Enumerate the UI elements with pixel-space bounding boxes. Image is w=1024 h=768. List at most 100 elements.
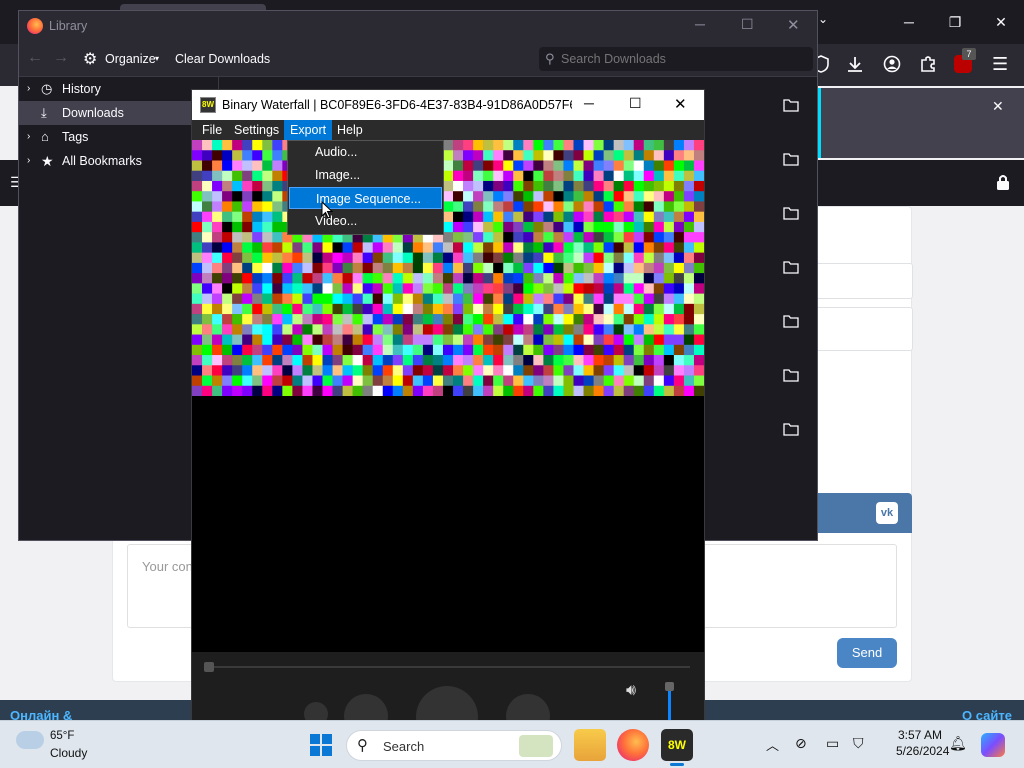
sidebar-item-all-bookmarks[interactable]: › ★ All Bookmarks: [19, 149, 219, 173]
account-icon[interactable]: [883, 55, 901, 73]
waterfall-pixel: [453, 201, 464, 212]
waterfall-pixel: [212, 385, 223, 396]
waterfall-pixel: [663, 355, 675, 366]
library-minimize-button[interactable]: ─: [695, 16, 705, 32]
browser-close-button[interactable]: ✕: [978, 2, 1024, 42]
export-audio-item[interactable]: Audio...: [289, 141, 442, 163]
waterfall-pixel: [382, 262, 394, 274]
security-shield-icon[interactable]: ⛉: [853, 735, 873, 755]
library-close-button[interactable]: ✕: [787, 16, 800, 34]
expand-chevron-icon[interactable]: ›: [27, 149, 30, 173]
waterfall-pixel: [693, 293, 704, 305]
clear-downloads-button[interactable]: Clear Downloads: [175, 52, 270, 66]
browser-maximize-button[interactable]: ❐: [932, 2, 978, 42]
waterfall-pixel: [252, 252, 263, 264]
expand-chevron-icon[interactable]: ›: [27, 77, 30, 101]
tab-list-chevron-icon[interactable]: ⌄: [818, 12, 838, 32]
show-hidden-icons-chevron[interactable]: ︿: [766, 735, 779, 754]
waterfall-pixel: [533, 180, 544, 192]
menu-help[interactable]: Help: [331, 120, 369, 140]
file-explorer-icon[interactable]: [574, 729, 606, 761]
waterfall-pixel: [212, 191, 223, 202]
extensions-puzzle-icon[interactable]: [919, 55, 937, 73]
waterfall-pixel: [673, 252, 685, 264]
waterfall-pixel: [212, 180, 223, 192]
expand-chevron-icon[interactable]: ›: [27, 125, 30, 149]
volume-handle[interactable]: [665, 682, 674, 691]
lock-icon[interactable]: [995, 173, 1011, 191]
folder-icon[interactable]: [783, 152, 799, 166]
notification-bell-icon[interactable]: 🔔︎: [949, 735, 969, 755]
binary-waterfall-taskbar-icon[interactable]: 8W: [661, 729, 693, 761]
browser-minimize-button[interactable]: ─: [886, 2, 932, 42]
folder-icon[interactable]: [783, 314, 799, 328]
bw-minimize-button[interactable]: ─: [584, 95, 594, 111]
taskbar-search-box[interactable]: ⚲ Search: [346, 730, 562, 761]
library-search-box[interactable]: ⚲: [539, 47, 813, 71]
waterfall-pixel: [272, 344, 283, 356]
send-button[interactable]: Send: [837, 638, 897, 668]
export-video-item[interactable]: Video...: [289, 210, 442, 232]
comment-placeholder: Your con: [142, 559, 193, 574]
waterfall-pixel: [693, 232, 704, 243]
sidebar-item-tags[interactable]: › ⌂ Tags: [19, 125, 219, 149]
seek-handle[interactable]: [204, 662, 214, 672]
waterfall-pixel: [683, 283, 695, 294]
forward-arrow-icon[interactable]: →: [53, 49, 69, 67]
menu-file[interactable]: File: [196, 120, 228, 140]
library-search-input[interactable]: [561, 49, 801, 69]
bw-maximize-button[interactable]: ☐: [629, 95, 642, 112]
waterfall-pixel: [453, 283, 464, 294]
bw-close-button[interactable]: ✕: [674, 95, 687, 113]
waterfall-pixel: [623, 191, 635, 202]
taskbar-clock[interactable]: 3:57 AM 5/26/2024: [896, 728, 949, 758]
waterfall-pixel: [362, 242, 374, 253]
notification-close-icon[interactable]: ✕: [992, 98, 1004, 115]
waterfall-pixel: [322, 262, 333, 274]
waterfall-pixel: [543, 242, 554, 253]
waterfall-pixel: [503, 334, 514, 346]
vk-logo-icon[interactable]: vk: [876, 502, 898, 524]
folder-icon[interactable]: [783, 98, 799, 112]
downloads-arrow-icon[interactable]: [846, 55, 864, 73]
back-arrow-icon[interactable]: ←: [27, 49, 43, 67]
network-off-icon[interactable]: ⊘: [795, 735, 815, 755]
waterfall-pixel: [633, 262, 645, 274]
firefox-taskbar-icon[interactable]: [617, 729, 649, 761]
folder-icon[interactable]: [783, 422, 799, 436]
waterfall-pixel: [653, 375, 665, 387]
waterfall-pixel: [553, 283, 564, 294]
waterfall-pixel: [252, 344, 263, 356]
export-image-sequence-item[interactable]: Image Sequence...: [289, 187, 442, 209]
library-maximize-button[interactable]: ☐: [741, 16, 754, 33]
waterfall-pixel: [673, 293, 685, 305]
export-image-item[interactable]: Image...: [289, 164, 442, 186]
waterfall-pixel: [543, 180, 554, 192]
sidebar-item-downloads[interactable]: ⤓ Downloads: [19, 101, 219, 125]
waterfall-pixel: [282, 293, 293, 305]
display-icon[interactable]: ▭: [826, 735, 846, 755]
copilot-icon[interactable]: [981, 733, 1005, 757]
waterfall-pixel: [242, 273, 253, 284]
waterfall-pixel: [222, 140, 233, 151]
folder-icon[interactable]: [783, 368, 799, 382]
sidebar-item-history[interactable]: › ◷ History: [19, 77, 219, 101]
seek-slider[interactable]: [206, 666, 690, 668]
weather-widget[interactable]: 65°F Cloudy: [16, 729, 106, 761]
app-menu-hamburger-icon[interactable]: ☰: [992, 54, 1008, 75]
folder-icon[interactable]: [783, 260, 799, 274]
menu-settings[interactable]: Settings: [228, 120, 285, 140]
waterfall-pixel: [402, 273, 414, 284]
waterfall-pixel: [282, 303, 293, 315]
waterfall-pixel: [683, 140, 695, 151]
volume-icon[interactable]: 🔊︎: [626, 682, 636, 700]
waterfall-pixel: [392, 355, 404, 366]
waterfall-pixel: [633, 140, 645, 151]
waterfall-pixel: [673, 191, 685, 202]
menu-export[interactable]: Export: [284, 120, 333, 140]
waterfall-pixel: [693, 180, 704, 192]
folder-icon[interactable]: [783, 206, 799, 220]
waterfall-pixel: [332, 355, 343, 366]
windows-start-icon[interactable]: [309, 733, 333, 757]
waterfall-pixel: [613, 150, 624, 161]
